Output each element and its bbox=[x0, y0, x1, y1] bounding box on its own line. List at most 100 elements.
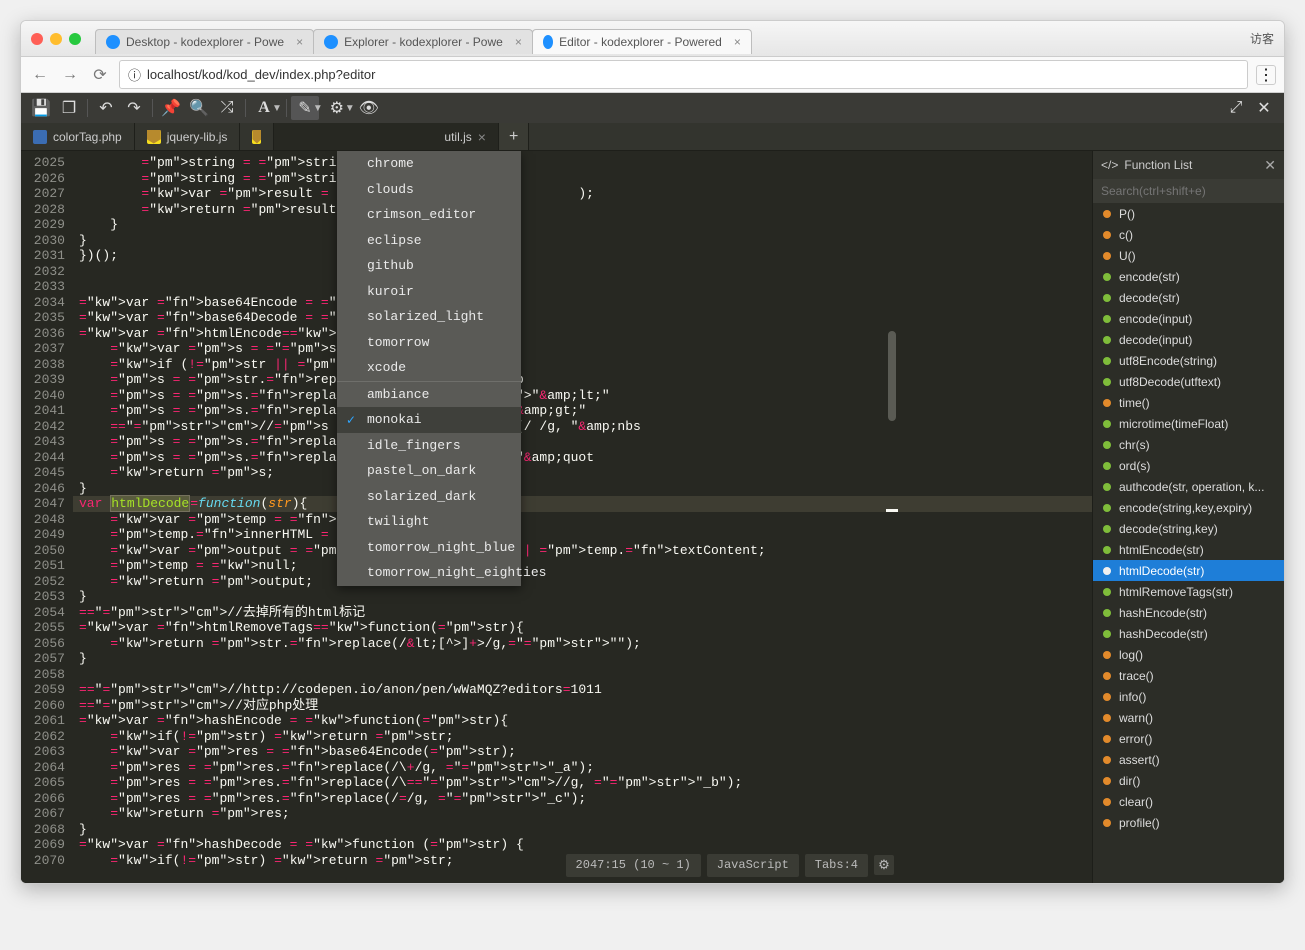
function-item[interactable]: encode(string,key,expiry) bbox=[1093, 497, 1284, 518]
function-item[interactable]: utf8Encode(string) bbox=[1093, 350, 1284, 371]
close-icon[interactable]: × bbox=[478, 129, 486, 145]
close-icon[interactable]: × bbox=[515, 35, 522, 49]
function-item[interactable]: P() bbox=[1093, 203, 1284, 224]
browser-tab[interactable]: Desktop - kodexplorer - Powe× bbox=[95, 29, 314, 54]
theme-item-chrome[interactable]: chrome bbox=[337, 151, 521, 177]
file-tab[interactable]: util.js× bbox=[274, 123, 499, 150]
theme-item-idle_fingers[interactable]: idle_fingers bbox=[337, 433, 521, 459]
function-item[interactable]: encode(input) bbox=[1093, 308, 1284, 329]
function-list[interactable]: P()c()U()encode(str)decode(str)encode(in… bbox=[1093, 203, 1284, 883]
scroll-thumb[interactable] bbox=[888, 331, 896, 421]
theme-menu: chromecloudscrimson_editoreclipsegithubk… bbox=[337, 151, 521, 586]
function-label: decode(string,key) bbox=[1119, 522, 1218, 536]
file-tab[interactable]: colorTag.php bbox=[21, 123, 135, 150]
tab-size[interactable]: Tabs:4 bbox=[805, 854, 868, 878]
bullet-icon bbox=[1103, 798, 1111, 806]
function-item[interactable]: decode(string,key) bbox=[1093, 518, 1284, 539]
close-icon[interactable]: × bbox=[296, 35, 303, 49]
save-icon[interactable]: 💾 bbox=[27, 96, 55, 120]
function-item[interactable]: c() bbox=[1093, 224, 1284, 245]
browser-tab[interactable]: Explorer - kodexplorer - Powe× bbox=[313, 29, 533, 54]
function-item[interactable]: htmlEncode(str) bbox=[1093, 539, 1284, 560]
code-icon: </> bbox=[1101, 158, 1118, 172]
window-max-btn[interactable] bbox=[69, 33, 81, 45]
php-file-icon bbox=[33, 130, 47, 144]
function-item[interactable]: time() bbox=[1093, 392, 1284, 413]
url-input[interactable]: ⓘ localhost/kod/kod_dev/index.php?editor bbox=[119, 60, 1248, 89]
redo-icon[interactable]: ↷ bbox=[120, 96, 148, 120]
function-item[interactable]: assert() bbox=[1093, 749, 1284, 770]
theme-item-github[interactable]: github bbox=[337, 253, 521, 279]
bullet-icon bbox=[1103, 420, 1111, 428]
preview-icon[interactable]: 👁 bbox=[355, 96, 383, 120]
window-min-btn[interactable] bbox=[50, 33, 62, 45]
back-button[interactable]: ← bbox=[29, 64, 51, 86]
theme-item-xcode[interactable]: xcode bbox=[337, 355, 521, 382]
theme-item-tomorrow_night_eighties[interactable]: tomorrow_night_eighties bbox=[337, 560, 521, 586]
pin-icon[interactable]: 📌 bbox=[157, 96, 185, 120]
function-item[interactable]: chr(s) bbox=[1093, 434, 1284, 455]
copy-icon[interactable]: ❐ bbox=[55, 96, 83, 120]
theme-item-monokai[interactable]: ✓monokai bbox=[337, 407, 521, 433]
function-item[interactable]: decode(str) bbox=[1093, 287, 1284, 308]
new-tab-button[interactable]: + bbox=[499, 123, 529, 150]
code-editor[interactable]: 2025202620272028202920302031203220332034… bbox=[21, 151, 1092, 883]
theme-item-clouds[interactable]: clouds bbox=[337, 177, 521, 203]
guest-label[interactable]: 访客 bbox=[1250, 30, 1274, 47]
theme-item-kuroir[interactable]: kuroir bbox=[337, 279, 521, 305]
function-item[interactable]: dir() bbox=[1093, 770, 1284, 791]
theme-item-ambiance[interactable]: ambiance bbox=[337, 382, 521, 408]
function-item[interactable]: utf8Decode(utftext) bbox=[1093, 371, 1284, 392]
function-item[interactable]: microtime(timeFloat) bbox=[1093, 413, 1284, 434]
function-item[interactable]: info() bbox=[1093, 686, 1284, 707]
function-item[interactable]: U() bbox=[1093, 245, 1284, 266]
function-item[interactable]: profile() bbox=[1093, 812, 1284, 833]
search-icon[interactable]: 🔍 bbox=[185, 96, 213, 120]
bullet-icon bbox=[1103, 777, 1111, 785]
browser-menu-button[interactable]: ⋮ bbox=[1256, 65, 1276, 85]
function-item[interactable]: trace() bbox=[1093, 665, 1284, 686]
window-close-btn[interactable] bbox=[31, 33, 43, 45]
file-tab[interactable] bbox=[240, 123, 274, 150]
file-tab[interactable]: jquery-lib.js bbox=[135, 123, 241, 150]
theme-item-solarized_light[interactable]: solarized_light bbox=[337, 304, 521, 330]
function-item[interactable]: htmlDecode(str) bbox=[1093, 560, 1284, 581]
theme-item-solarized_dark[interactable]: solarized_dark bbox=[337, 484, 521, 510]
function-item[interactable]: warn() bbox=[1093, 707, 1284, 728]
close-icon[interactable]: ✕ bbox=[1264, 157, 1276, 174]
expand-icon[interactable]: ⤢ bbox=[1222, 96, 1250, 120]
function-search-input[interactable] bbox=[1093, 179, 1284, 203]
function-item[interactable]: htmlRemoveTags(str) bbox=[1093, 581, 1284, 602]
info-icon: ⓘ bbox=[128, 65, 141, 84]
reload-button[interactable]: ⟳ bbox=[89, 64, 111, 86]
code-area[interactable]: ="pm">string = ="pm">string.="fn">rep ="… bbox=[73, 151, 1092, 883]
scrollbar[interactable] bbox=[886, 151, 898, 883]
undo-icon[interactable]: ↶ bbox=[92, 96, 120, 120]
settings-icon[interactable]: ⚙ bbox=[874, 855, 894, 875]
close-icon[interactable]: × bbox=[734, 35, 741, 49]
function-item[interactable]: error() bbox=[1093, 728, 1284, 749]
forward-button[interactable]: → bbox=[59, 64, 81, 86]
function-item[interactable]: encode(str) bbox=[1093, 266, 1284, 287]
function-item[interactable]: clear() bbox=[1093, 791, 1284, 812]
function-item[interactable]: log() bbox=[1093, 644, 1284, 665]
function-label: profile() bbox=[1119, 816, 1160, 830]
browser-tab[interactable]: Editor - kodexplorer - Powered× bbox=[532, 29, 752, 54]
theme-item-eclipse[interactable]: eclipse bbox=[337, 228, 521, 254]
bullet-icon bbox=[1103, 630, 1111, 638]
theme-item-crimson_editor[interactable]: crimson_editor bbox=[337, 202, 521, 228]
function-item[interactable]: hashDecode(str) bbox=[1093, 623, 1284, 644]
function-item[interactable]: hashEncode(str) bbox=[1093, 602, 1284, 623]
theme-item-tomorrow[interactable]: tomorrow bbox=[337, 330, 521, 356]
cursor-position[interactable]: 2047:15 (10 ~ 1) bbox=[566, 854, 701, 878]
theme-item-pastel_on_dark[interactable]: pastel_on_dark bbox=[337, 458, 521, 484]
theme-item-twilight[interactable]: twilight bbox=[337, 509, 521, 535]
shuffle-icon[interactable]: ⤮ bbox=[213, 96, 241, 120]
theme-item-tomorrow_night_blue[interactable]: tomorrow_night_blue bbox=[337, 535, 521, 561]
language-mode[interactable]: JavaScript bbox=[707, 854, 799, 878]
close-panel-icon[interactable]: ✕ bbox=[1250, 96, 1278, 120]
function-label: chr(s) bbox=[1119, 438, 1150, 452]
function-item[interactable]: ord(s) bbox=[1093, 455, 1284, 476]
function-item[interactable]: decode(input) bbox=[1093, 329, 1284, 350]
function-item[interactable]: authcode(str, operation, k... bbox=[1093, 476, 1284, 497]
